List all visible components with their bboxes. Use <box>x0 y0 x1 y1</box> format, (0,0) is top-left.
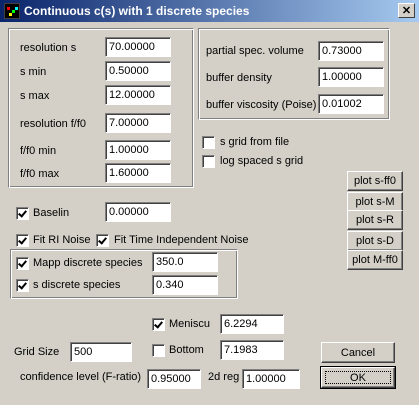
bottom-checkbox[interactable] <box>152 344 165 357</box>
resolution-ff0-input[interactable] <box>105 113 171 133</box>
plot-s-ff0-button[interactable]: plot s-ff0 <box>347 171 403 191</box>
ok-label: OK <box>350 371 366 384</box>
baseline-input[interactable] <box>105 202 171 222</box>
meniscus-label: Meniscu <box>169 318 210 330</box>
s-max-input[interactable] <box>105 85 171 105</box>
grid-size-label: Grid Size <box>14 346 60 358</box>
plot-m-ff0-button[interactable]: plot M-ff0 <box>347 250 403 270</box>
buffer-density-input[interactable] <box>318 67 384 87</box>
mapp-discrete-checkbox[interactable] <box>16 257 29 270</box>
resolution-s-input[interactable] <box>105 37 171 57</box>
bottom-label: Bottom <box>169 344 204 356</box>
s-grid-from-file-checkbox[interactable] <box>202 136 215 149</box>
meniscus-input[interactable] <box>220 314 284 334</box>
buffer-viscosity-input[interactable] <box>318 94 384 114</box>
plot-s-ff0-label: plot s-ff0 <box>354 175 396 187</box>
resolution-s-label: resolution s <box>20 42 77 54</box>
resolution-ff0-label: resolution f/f0 <box>20 118 87 130</box>
s-discrete-input[interactable] <box>152 275 218 295</box>
close-icon: ✕ <box>401 4 412 17</box>
ok-button[interactable]: OK <box>320 366 396 389</box>
fit-ti-noise-checkbox[interactable] <box>96 234 109 247</box>
grid-size-input[interactable] <box>70 342 132 362</box>
s-min-label: s min <box>20 66 47 78</box>
cancel-label: Cancel <box>340 346 376 359</box>
fit-ti-noise-label: Fit Time Independent Noise <box>114 234 249 246</box>
partial-spec-volume-label: partial spec. volume <box>206 45 304 57</box>
s-max-label: s max <box>20 90 50 102</box>
app-icon[interactable] <box>4 3 20 19</box>
window-title: Continuous c(s) with 1 discrete species <box>24 4 250 18</box>
plot-s-r-button[interactable]: plot s-R <box>347 210 403 230</box>
plot-s-d-label: plot s-D <box>356 235 394 247</box>
fit-ri-noise-checkbox[interactable] <box>16 234 29 247</box>
confidence-level-label: confidence level (F-ratio) <box>20 371 142 383</box>
fit-ri-noise-label: Fit RI Noise <box>33 234 91 246</box>
mapp-discrete-input[interactable] <box>152 252 218 272</box>
ff0-min-label: f/f0 min <box>20 145 57 157</box>
s-discrete-checkbox[interactable] <box>16 279 29 292</box>
cancel-button[interactable]: Cancel <box>321 342 395 363</box>
meniscus-checkbox[interactable] <box>152 318 165 331</box>
buffer-density-label: buffer density <box>206 72 272 84</box>
close-button[interactable]: ✕ <box>398 3 415 18</box>
plot-s-m-label: plot s-M <box>355 196 395 208</box>
plot-s-r-label: plot s-R <box>356 214 394 226</box>
reg2d-input[interactable] <box>242 369 300 389</box>
title-bar[interactable]: Continuous c(s) with 1 discrete species … <box>0 0 419 22</box>
reg2d-label: 2d reg <box>208 371 240 383</box>
baseline-checkbox[interactable] <box>16 207 29 220</box>
buffer-viscosity-label: buffer viscosity (Poise) <box>206 99 317 111</box>
plot-s-m-button[interactable]: plot s-M <box>347 192 403 212</box>
ff0-max-label: f/f0 max <box>20 168 60 180</box>
log-spaced-s-grid-label: log spaced s grid <box>220 155 304 167</box>
baseline-label: Baselin <box>33 207 70 219</box>
s-grid-from-file-label: s grid from file <box>220 136 290 148</box>
ff0-max-input[interactable] <box>105 163 171 183</box>
confidence-level-input[interactable] <box>147 369 201 389</box>
bottom-input[interactable] <box>220 340 284 360</box>
mapp-discrete-label: Mapp discrete species <box>33 257 143 269</box>
s-min-input[interactable] <box>105 61 171 81</box>
log-spaced-s-grid-checkbox[interactable] <box>202 155 215 168</box>
partial-spec-volume-input[interactable] <box>318 41 384 61</box>
ff0-min-input[interactable] <box>105 140 171 160</box>
s-discrete-label: s discrete species <box>33 279 121 291</box>
plot-m-ff0-label: plot M-ff0 <box>352 254 398 266</box>
plot-s-d-button[interactable]: plot s-D <box>347 231 403 251</box>
